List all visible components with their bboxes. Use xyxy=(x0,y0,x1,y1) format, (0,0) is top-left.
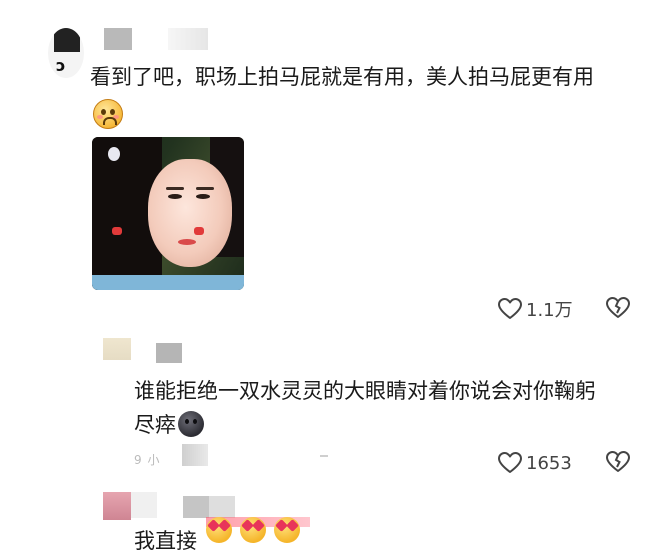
dark-face-emoji-icon xyxy=(178,411,204,437)
comment-like-count: 1.1万 xyxy=(526,300,573,321)
avatar-glyph: ↄ xyxy=(56,56,66,75)
commenter-badge-blurred xyxy=(168,28,208,50)
reply-avatar[interactable] xyxy=(103,338,131,360)
reply-meta-blurred-dash xyxy=(320,455,328,457)
avatar-mosaic xyxy=(54,28,80,52)
reply-like-count: 1653 xyxy=(526,452,572,474)
reply-name-blurred[interactable] xyxy=(156,343,182,363)
commenter-name-blurred[interactable] xyxy=(104,28,132,50)
reply2-name-blurred[interactable] xyxy=(183,496,235,518)
heart-outline-icon xyxy=(498,298,522,320)
reply-text: 谁能拒绝一双水灵灵的大眼睛对着你说会对你鞠躬尽瘁 xyxy=(134,374,614,442)
reply-text-content: 谁能拒绝一双水灵灵的大眼睛对着你说会对你鞠躬尽瘁 xyxy=(134,379,596,437)
reply-meta: 9 小 xyxy=(134,453,161,467)
comment-text: 看到了吧，职场上拍马屁就是有用，美人拍马屁更有用 xyxy=(90,65,594,89)
heart-eyes-emoji-icon xyxy=(240,517,266,543)
comment-like-button[interactable]: 1.1万 xyxy=(498,297,573,321)
reply-like-button[interactable]: 1653 xyxy=(498,451,572,475)
broken-heart-icon xyxy=(606,451,630,473)
reply2-emoji-row xyxy=(206,517,300,543)
reply-dislike-button[interactable] xyxy=(606,451,630,473)
broken-heart-icon xyxy=(606,297,630,319)
commenter-avatar[interactable]: ↄ xyxy=(48,28,84,78)
comment-image-thumbnail[interactable] xyxy=(92,137,244,290)
laughing-tear-face-icon xyxy=(93,99,123,129)
heart-eyes-emoji-icon xyxy=(206,517,232,543)
reply2-avatar-blurred xyxy=(131,492,157,518)
reply-meta-blurred xyxy=(182,444,208,466)
heart-eyes-emoji-icon xyxy=(274,517,300,543)
reply2-avatar[interactable] xyxy=(103,492,131,520)
heart-outline-icon xyxy=(498,452,522,474)
comment-dislike-button[interactable] xyxy=(606,297,630,319)
reply2-text: 我直接 xyxy=(134,529,197,553)
